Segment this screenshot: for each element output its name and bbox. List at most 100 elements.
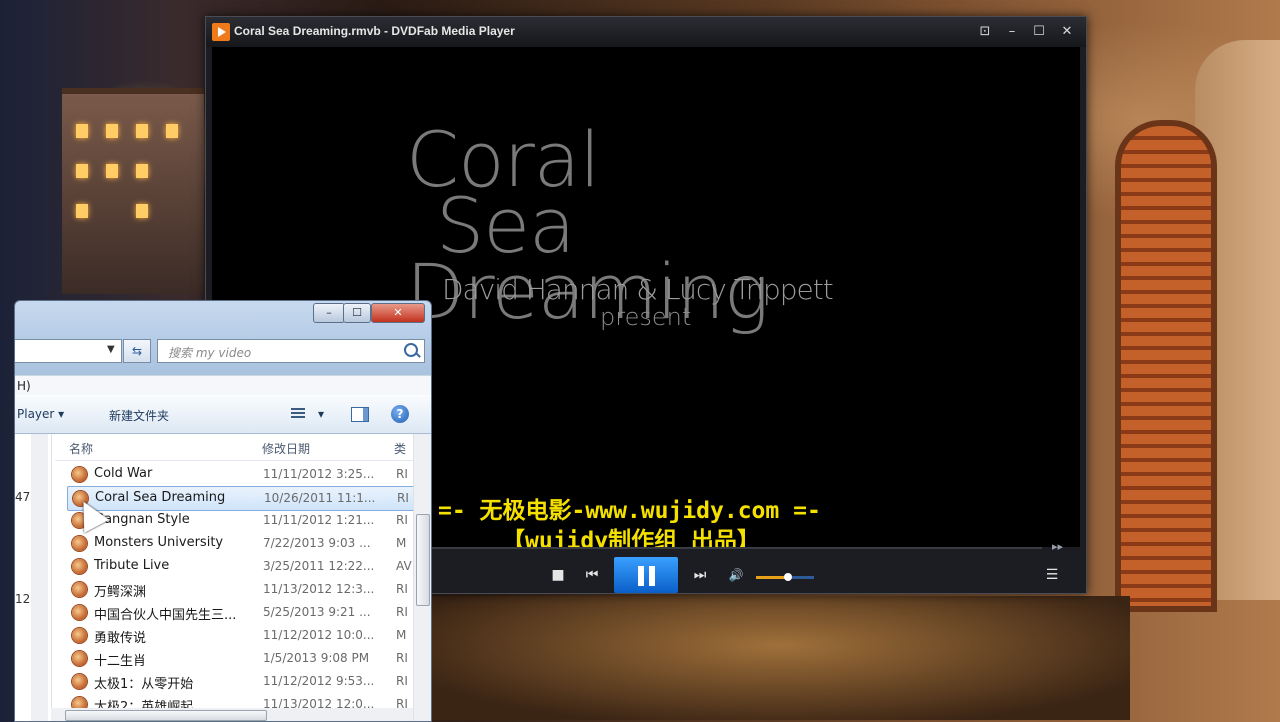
horizontal-scrollbar-thumb[interactable] xyxy=(65,710,267,721)
video-file-icon xyxy=(72,605,87,620)
file-type: AV xyxy=(396,559,412,573)
view-options-icon[interactable] xyxy=(291,408,305,420)
nav-scrollbar[interactable] xyxy=(31,434,48,721)
file-type: RI xyxy=(396,467,408,481)
menu-button[interactable]: ⊡ xyxy=(976,23,994,41)
background-building xyxy=(62,88,204,294)
file-type: RI xyxy=(397,491,409,505)
file-type: M xyxy=(396,628,407,642)
file-row[interactable]: Cold War 11/11/2012 3:25... RI xyxy=(67,463,415,486)
background-window xyxy=(106,124,118,138)
subtitle-line-2: 【wujidy制作组 出品】 xyxy=(502,528,760,547)
video-file-icon xyxy=(72,582,87,597)
background-window xyxy=(166,124,178,138)
file-date: 11/11/2012 1:21... xyxy=(263,513,375,527)
file-type: RI xyxy=(396,513,408,527)
fast-forward-icon[interactable]: ▸▸ xyxy=(1052,540,1063,553)
new-folder-button[interactable]: 新建文件夹 xyxy=(109,407,169,424)
pause-icon xyxy=(638,566,644,586)
view-dropdown-arrow[interactable]: ▾ xyxy=(318,407,324,421)
next-button[interactable]: ⏭ xyxy=(690,565,710,585)
explorer-minimize-button[interactable]: – xyxy=(313,303,345,323)
file-name: 十二生肖 xyxy=(94,654,147,669)
file-date: 10/26/2011 11:1... xyxy=(264,491,376,505)
background-window xyxy=(106,164,118,178)
stop-button[interactable]: ■ xyxy=(548,565,568,585)
file-date: 11/11/2012 3:25... xyxy=(263,467,375,481)
file-row[interactable]: 十二生肖 1/5/2013 9:08 PM RI xyxy=(67,647,415,670)
pause-icon xyxy=(649,566,655,586)
video-present: present xyxy=(600,303,692,331)
video-credit: David Hannan & Lucy Trippett xyxy=(442,273,834,306)
video-file-icon xyxy=(72,536,87,551)
file-date: 5/25/2013 9:21 ... xyxy=(263,605,371,619)
pause-button[interactable] xyxy=(614,557,678,593)
file-name: Coral Sea Dreaming xyxy=(95,490,226,505)
address-bar[interactable]: ▼ xyxy=(15,339,122,363)
background-window xyxy=(136,164,148,178)
vertical-scrollbar[interactable] xyxy=(413,434,431,721)
maximize-button[interactable]: ☐ xyxy=(1030,23,1048,41)
nav-pane-label: 12 xyxy=(15,592,31,606)
minimize-button[interactable]: – xyxy=(1003,23,1021,41)
file-type: RI xyxy=(396,674,408,688)
background-window xyxy=(76,164,88,178)
background-window xyxy=(76,204,88,218)
file-type: RI xyxy=(396,605,408,619)
menu-help[interactable]: H) xyxy=(17,379,31,393)
file-date: 11/12/2012 9:53... xyxy=(263,674,375,688)
file-type: RI xyxy=(396,651,408,665)
video-file-icon xyxy=(72,628,87,643)
background-window xyxy=(136,124,148,138)
search-icon[interactable] xyxy=(404,343,418,357)
playlist-icon[interactable]: ☰ xyxy=(1042,565,1062,585)
file-row[interactable]: 太极1：从零开始 11/12/2012 9:53... RI xyxy=(67,670,415,693)
play-with-player-button[interactable]: Player ▾ xyxy=(17,407,64,421)
explorer-close-button[interactable]: ✕ xyxy=(371,303,425,323)
chevron-down-icon[interactable]: ▼ xyxy=(107,344,115,355)
file-date: 3/25/2011 12:22... xyxy=(263,559,375,573)
nav-pane-label: 47 xyxy=(15,490,31,504)
file-row[interactable]: Tribute Live 3/25/2011 12:22... AV xyxy=(67,555,415,578)
scrollbar-thumb[interactable] xyxy=(416,514,430,606)
dvdfab-logo-icon xyxy=(212,23,230,41)
volume-slider[interactable] xyxy=(756,573,814,581)
file-row[interactable]: Monsters University 7/22/2013 9:03 ... M xyxy=(67,532,415,555)
volume-knob[interactable] xyxy=(783,573,792,581)
explorer-maximize-button[interactable]: ☐ xyxy=(343,303,371,323)
column-date-header[interactable]: 修改日期 xyxy=(262,440,310,457)
file-row[interactable]: 中国合伙人中国先生三... 5/25/2013 9:21 ... RI xyxy=(67,601,415,624)
file-type: M xyxy=(396,536,407,550)
file-name: 中国合伙人中国先生三... xyxy=(94,608,237,623)
column-type-header[interactable]: 类 xyxy=(394,440,406,457)
file-row[interactable]: 万鳄深渊 11/13/2012 12:3... RI xyxy=(67,578,415,601)
file-row[interactable]: Coral Sea Dreaming 10/26/2011 11:1... RI xyxy=(67,486,417,511)
video-file-icon xyxy=(72,651,87,666)
file-name: Tribute Live xyxy=(94,558,170,573)
background-street xyxy=(430,596,1130,720)
close-button[interactable]: ✕ xyxy=(1058,23,1076,41)
file-row[interactable]: 勇敢传说 11/12/2012 10:0... M xyxy=(67,624,415,647)
file-row[interactable]: Gangnan Style 11/11/2012 1:21... RI xyxy=(67,509,415,532)
menu-bar: H) xyxy=(15,375,431,396)
background-window xyxy=(76,124,88,138)
search-input[interactable]: 搜索 my video xyxy=(157,339,425,363)
file-name: Monsters University xyxy=(94,535,224,550)
help-icon[interactable]: ? xyxy=(391,405,409,423)
file-type: RI xyxy=(396,582,408,596)
column-headers: 名称 修改日期 类 xyxy=(55,434,415,461)
refresh-icon[interactable]: ⇆ xyxy=(123,339,151,363)
video-file-icon xyxy=(72,559,87,574)
column-name-header[interactable]: 名称 xyxy=(69,440,93,457)
file-date: 11/13/2012 12:3... xyxy=(263,582,375,596)
file-name: Cold War xyxy=(94,466,153,481)
previous-button[interactable]: ⏮ xyxy=(582,565,602,585)
file-name: 太极1：从零开始 xyxy=(94,677,194,692)
volume-icon[interactable]: 🔊 xyxy=(726,565,746,585)
player-titlebar[interactable]: Coral Sea Dreaming.rmvb - DVDFab Media P… xyxy=(206,17,1086,47)
horizontal-scrollbar[interactable] xyxy=(51,708,413,721)
explorer-toolbar: Player ▾ 新建文件夹 ▾ ? xyxy=(15,395,431,434)
file-date: 7/22/2013 9:03 ... xyxy=(263,536,371,550)
preview-pane-icon[interactable] xyxy=(351,407,369,422)
file-date: 11/12/2012 10:0... xyxy=(263,628,375,642)
